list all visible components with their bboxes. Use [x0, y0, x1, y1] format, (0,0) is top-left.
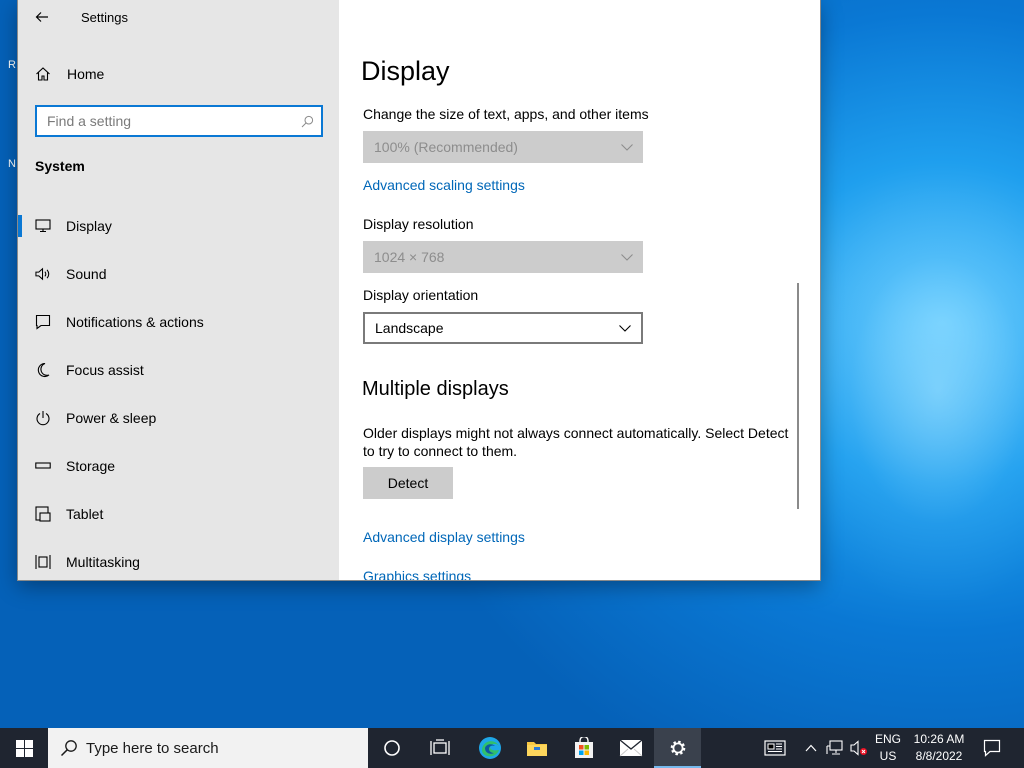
chevron-down-icon: [621, 253, 633, 261]
scale-value: 100% (Recommended): [374, 139, 518, 155]
news-interests-button[interactable]: [760, 728, 790, 768]
detect-button[interactable]: Detect: [363, 467, 453, 499]
back-button[interactable]: [32, 6, 52, 28]
nav-item-sound[interactable]: Sound: [18, 252, 339, 296]
chevron-down-icon: [621, 143, 633, 151]
scale-dropdown[interactable]: 100% (Recommended): [363, 131, 643, 163]
orientation-dropdown[interactable]: Landscape: [363, 312, 643, 344]
nav-item-label: Display: [66, 218, 112, 234]
page-title: Display: [361, 56, 450, 86]
mail-taskbar-button[interactable]: [607, 728, 654, 768]
speaker-icon: [35, 266, 51, 282]
nav-item-label: Storage: [66, 458, 116, 474]
clock[interactable]: 10:26 AM 8/8/2022: [906, 731, 972, 765]
nav-item-tablet[interactable]: Tablet: [18, 492, 339, 536]
scale-label: Change the size of text, apps, and other…: [363, 106, 649, 122]
keyboard-layout-code: US: [879, 749, 897, 763]
nav-item-label: Tablet: [66, 506, 104, 522]
display-settings-content: Display Change the size of text, apps, a…: [339, 0, 820, 580]
network-button[interactable]: [824, 728, 846, 768]
resolution-value: 1024 × 768: [374, 249, 445, 265]
edge-icon: [478, 737, 501, 759]
store-icon: [574, 737, 593, 758]
volume-button[interactable]: [848, 728, 870, 768]
edge-taskbar-button[interactable]: [466, 728, 513, 768]
nav-item-focus-assist[interactable]: Focus assist: [18, 348, 339, 392]
nav-item-label: Focus assist: [66, 362, 144, 378]
taskbar: Type here to search ENG US 10:26 AM 8/8/…: [0, 728, 1024, 768]
chevron-down-icon: [619, 324, 631, 332]
mail-icon: [619, 739, 642, 757]
moon-icon: [35, 362, 51, 378]
settings-taskbar-button[interactable]: [654, 728, 701, 768]
action-center-button[interactable]: [974, 728, 1010, 768]
cortana-icon: [383, 740, 400, 756]
store-taskbar-button[interactable]: [560, 728, 607, 768]
desktop-wallpaper-glow: [800, 180, 1024, 600]
monitor-icon: [35, 218, 51, 234]
action-center-icon: [983, 739, 1001, 757]
nav-item-label: Sound: [66, 266, 107, 282]
tablet-icon: [35, 506, 51, 522]
storage-icon: [35, 458, 51, 474]
back-arrow-icon: [35, 12, 48, 22]
settings-nav-pane: Settings Home System Display: [18, 0, 339, 580]
taskbar-search-placeholder: Type here to search: [86, 739, 219, 757]
find-setting-input[interactable]: [37, 113, 293, 129]
clock-time: 10:26 AM: [913, 732, 965, 746]
task-view-button[interactable]: [416, 728, 463, 768]
nav-item-label: Multitasking: [66, 554, 140, 570]
input-language-indicator[interactable]: ENG US: [872, 731, 904, 765]
multiple-displays-description: Older displays might not always connect …: [363, 425, 789, 459]
window-title: Settings: [81, 10, 128, 25]
nav-home[interactable]: Home: [18, 56, 339, 92]
resolution-label: Display resolution: [363, 216, 474, 232]
power-icon: [35, 410, 51, 426]
news-icon: [764, 740, 786, 756]
nav-item-display[interactable]: Display: [18, 204, 339, 248]
content-scrollbar[interactable]: [797, 283, 799, 509]
nav-item-storage[interactable]: Storage: [18, 444, 339, 488]
nav-item-power-sleep[interactable]: Power & sleep: [18, 396, 339, 440]
settings-window: Settings Home System Display: [18, 0, 820, 580]
orientation-value: Landscape: [375, 320, 444, 336]
nav-home-label: Home: [67, 66, 105, 82]
chevron-up-icon: [805, 744, 817, 752]
show-hidden-icons-button[interactable]: [800, 728, 822, 768]
advanced-display-settings-link[interactable]: Advanced display settings: [363, 529, 525, 545]
nav-item-multitasking[interactable]: Multitasking: [18, 540, 339, 580]
nav-item-label: Notifications & actions: [66, 314, 204, 330]
home-icon: [36, 67, 50, 81]
network-icon: [826, 740, 843, 755]
advanced-scaling-link[interactable]: Advanced scaling settings: [363, 177, 525, 193]
notifications-icon: [35, 314, 51, 330]
taskbar-search-box[interactable]: Type here to search: [48, 728, 368, 768]
file-explorer-taskbar-button[interactable]: [513, 728, 560, 768]
nav-section-system: System: [35, 158, 85, 174]
cortana-button[interactable]: [368, 728, 415, 768]
multiple-displays-heading: Multiple displays: [362, 378, 509, 400]
find-setting-search[interactable]: [35, 105, 323, 137]
search-icon[interactable]: [293, 107, 321, 135]
nav-item-notifications[interactable]: Notifications & actions: [18, 300, 339, 344]
settings-icon: [670, 740, 685, 756]
graphics-settings-link[interactable]: Graphics settings: [363, 568, 471, 580]
orientation-label: Display orientation: [363, 287, 479, 303]
file-explorer-icon: [526, 742, 547, 756]
clock-date: 8/8/2022: [915, 749, 963, 763]
windows-logo-icon: [15, 739, 33, 757]
speaker-muted-icon: [850, 740, 867, 756]
nav-item-label: Power & sleep: [66, 410, 157, 426]
search-icon: [60, 740, 77, 757]
start-button[interactable]: [0, 728, 48, 768]
resolution-dropdown[interactable]: 1024 × 768: [363, 241, 643, 273]
multitasking-icon: [35, 554, 51, 570]
language-code: ENG: [874, 732, 901, 746]
task-view-icon: [429, 739, 450, 755]
